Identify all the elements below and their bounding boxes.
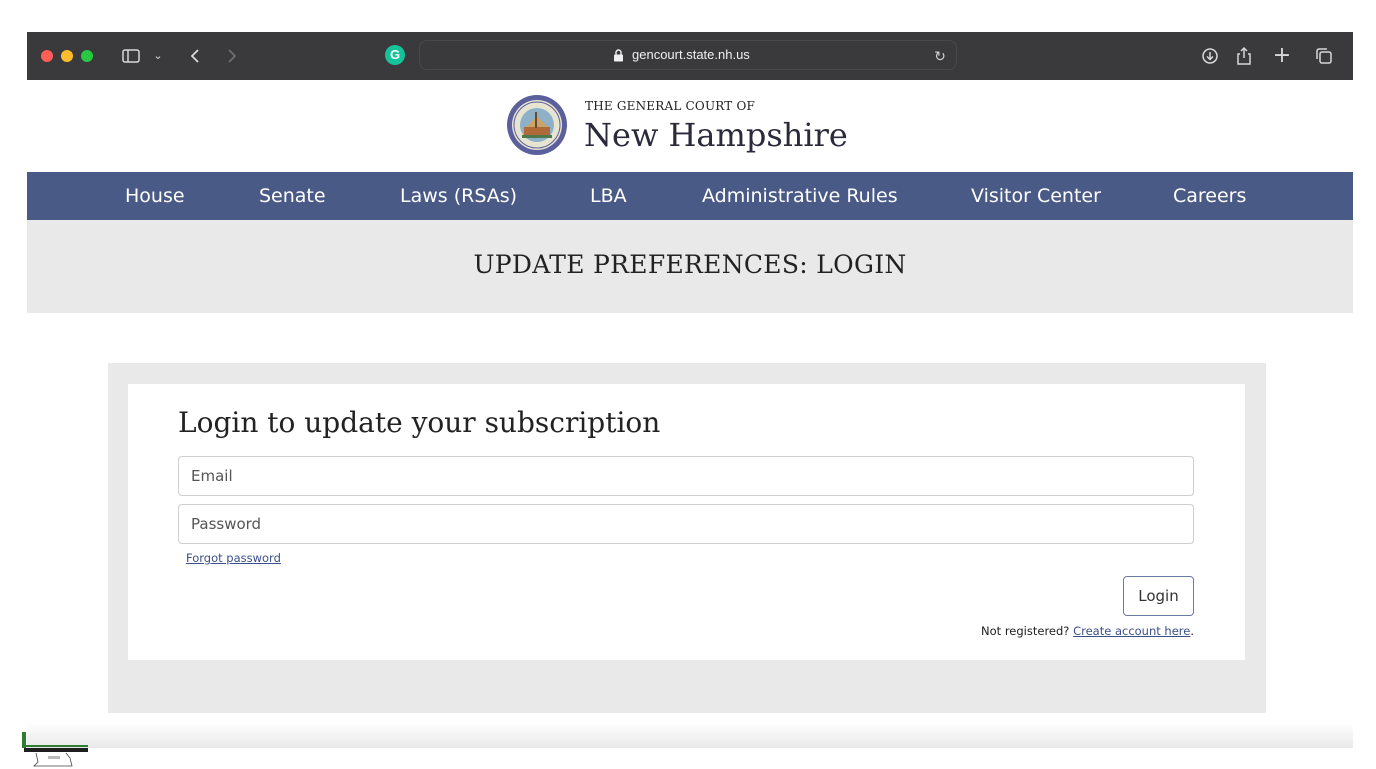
close-window-button[interactable] [41, 50, 53, 62]
login-card: Login to update your subscription Forgot… [128, 384, 1245, 660]
zoom-window-button[interactable] [81, 50, 93, 62]
chevron-down-icon[interactable]: ⌄ [151, 44, 165, 68]
plus-icon[interactable]: + [1271, 44, 1293, 68]
create-account-link[interactable]: Create account here [1073, 624, 1190, 638]
reload-icon[interactable]: ↻ [930, 44, 950, 68]
download-icon[interactable] [1199, 44, 1221, 68]
share-icon[interactable] [1233, 44, 1255, 68]
grammarly-icon[interactable]: G [385, 45, 405, 65]
corner-logo [22, 732, 88, 767]
browser-window: ⌄ G gencourt.state.nh.us ↻ + THE GENERAL… [27, 32, 1353, 748]
main-navigation: House Senate Laws (RSAs) LBA Administrat… [27, 172, 1353, 220]
nav-item-careers[interactable]: Careers [1173, 185, 1246, 207]
nav-item-lba[interactable]: LBA [590, 185, 627, 207]
court-subtitle: THE GENERAL COURT OF [585, 99, 756, 113]
tabs-icon[interactable] [1313, 44, 1335, 68]
password-field[interactable] [178, 504, 1194, 544]
login-button[interactable]: Login [1123, 576, 1194, 616]
state-seal-logo[interactable] [506, 94, 568, 156]
site-title[interactable]: New Hampshire [584, 116, 848, 154]
url-text: gencourt.state.nh.us [632, 47, 750, 62]
back-arrow-icon[interactable] [187, 44, 205, 68]
browser-toolbar: ⌄ G gencourt.state.nh.us ↻ + [27, 32, 1353, 80]
nav-item-laws[interactable]: Laws (RSAs) [400, 185, 517, 207]
sidebar-icon[interactable] [121, 44, 143, 68]
not-registered-text: Not registered? [981, 624, 1070, 638]
email-field[interactable] [178, 456, 1194, 496]
page-title: UPDATE PREFERENCES: LOGIN [473, 250, 907, 279]
nav-item-senate[interactable]: Senate [259, 185, 326, 207]
minimize-window-button[interactable] [61, 50, 73, 62]
lock-icon [613, 49, 624, 67]
nav-item-visitor-center[interactable]: Visitor Center [971, 185, 1101, 207]
site-header: THE GENERAL COURT OF New Hampshire [27, 80, 1353, 172]
register-prompt: Not registered? Create account here. [981, 624, 1194, 638]
nav-item-administrative-rules[interactable]: Administrative Rules [702, 185, 898, 207]
forgot-password-link[interactable]: Forgot password [186, 551, 281, 565]
login-heading: Login to update your subscription [178, 406, 661, 439]
nav-item-house[interactable]: House [125, 185, 185, 207]
register-period: . [1190, 624, 1194, 638]
page-bottom-shadow [27, 722, 1353, 748]
forward-arrow-icon[interactable] [222, 44, 240, 68]
address-bar[interactable]: gencourt.state.nh.us ↻ [419, 40, 957, 70]
page-banner: UPDATE PREFERENCES: LOGIN [27, 220, 1353, 313]
login-section: Login to update your subscription Forgot… [108, 363, 1266, 713]
